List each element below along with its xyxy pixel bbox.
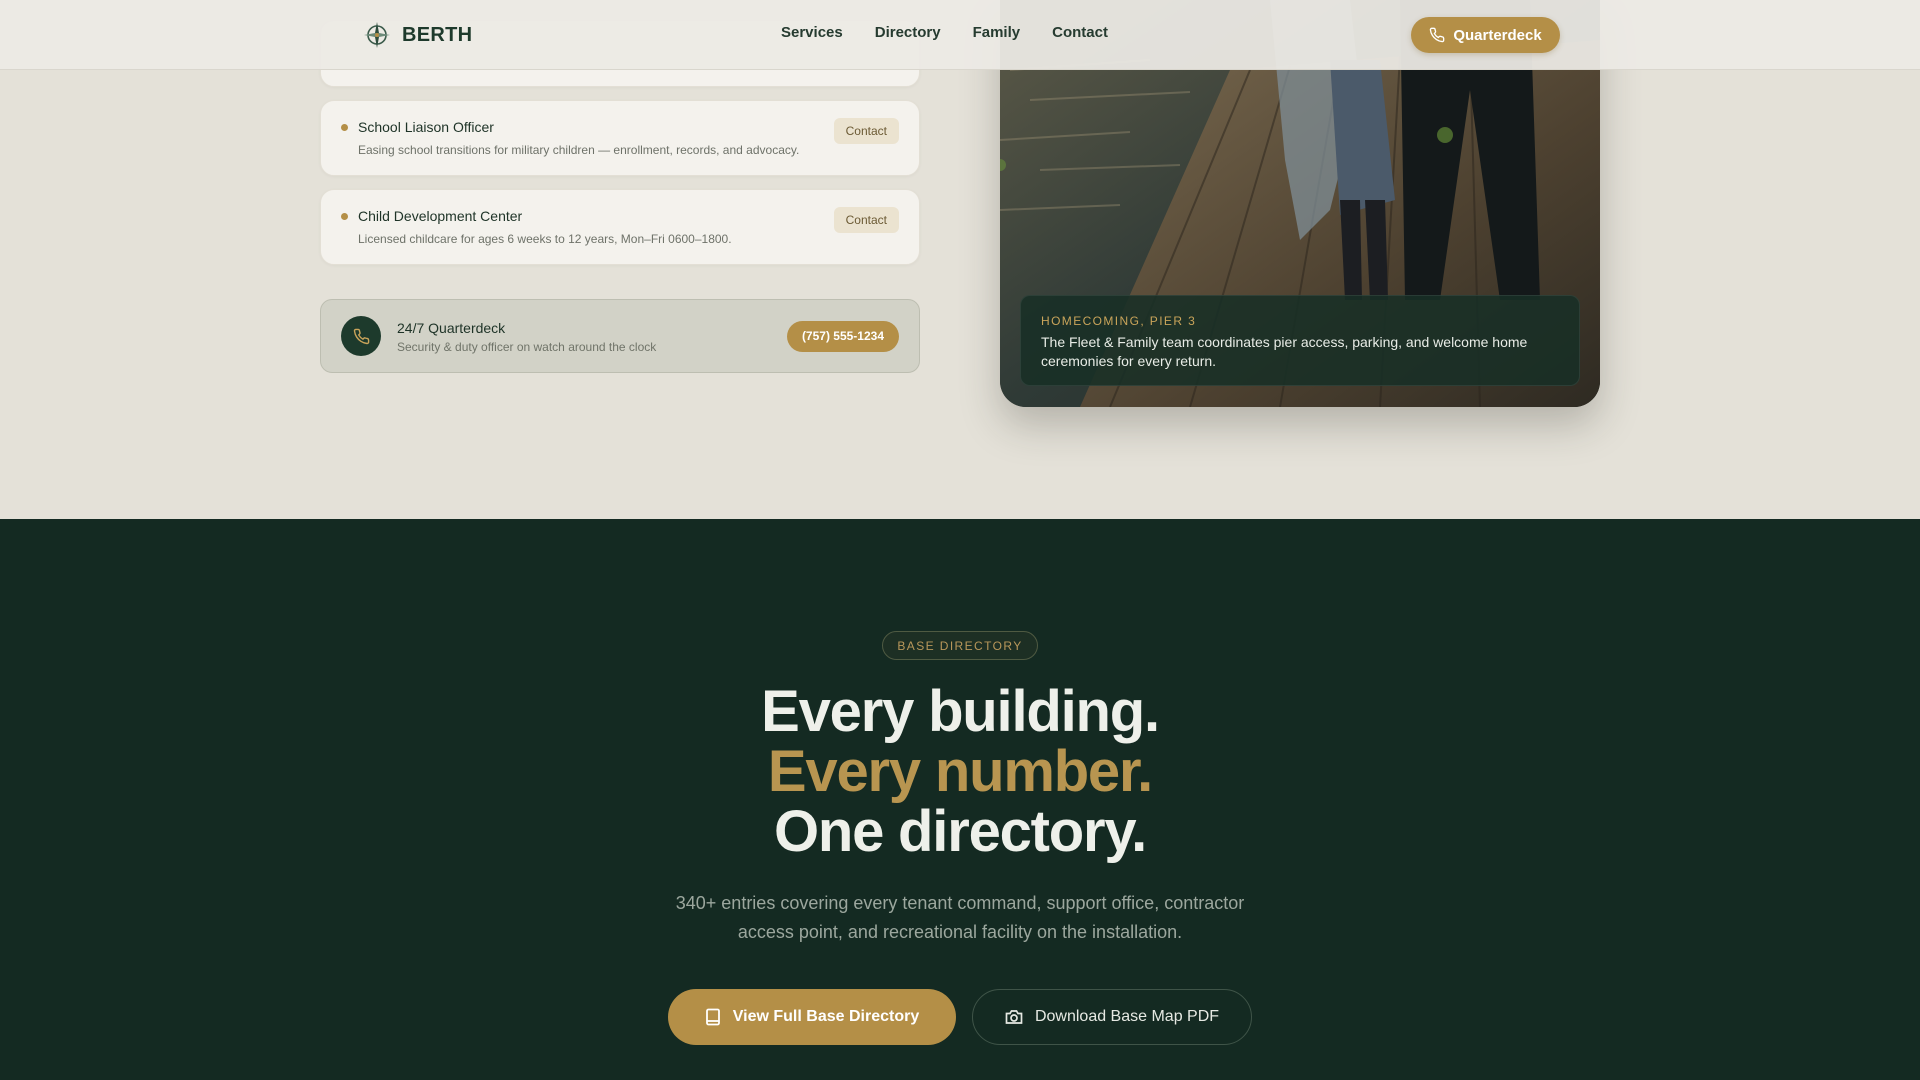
camera-icon (1005, 1010, 1023, 1024)
download-map-button[interactable]: Download Base Map PDF (972, 989, 1252, 1045)
contact-button[interactable]: Contact (833, 207, 899, 233)
quarterdeck-header-label: Quarterdeck (1453, 26, 1542, 44)
headline-line-3: One directory. (773, 799, 1147, 864)
phone-icon (1430, 27, 1445, 43)
directory-description: 340+ entries covering every tenant comma… (675, 893, 1245, 942)
caption-text: The Fleet & Family team coordinates pier… (1041, 334, 1528, 369)
caption-tag: HOMECOMING, PIER 3 (1041, 314, 1197, 328)
bullet-dot-icon (341, 124, 348, 131)
section-tag: BASE DIRECTORY (882, 631, 1038, 660)
directory-headline: Every building. Every number. One direct… (0, 682, 1920, 862)
contact-title: School Liaison Officer (358, 119, 494, 135)
contact-button[interactable]: Contact (833, 118, 899, 144)
bullet-dot-icon (341, 213, 348, 220)
brand[interactable]: BERTH (362, 17, 472, 53)
nav-services[interactable]: Services (781, 24, 843, 41)
contact-description: Easing school transitions for military c… (358, 143, 800, 157)
contact-title: Child Development Center (358, 208, 523, 224)
compass-logo-icon (364, 22, 390, 48)
contact-card: Child Development Center Licensed childc… (320, 189, 920, 265)
site-header: BERTH Services Directory Family Contact … (0, 0, 1920, 70)
nav-contact[interactable]: Contact (1052, 24, 1108, 41)
brand-name: BERTH (402, 23, 473, 46)
quarterdeck-card: 24/7 Quarterdeck Security & duty officer… (320, 299, 920, 373)
contact-card: School Liaison Officer Easing school tra… (320, 100, 920, 176)
book-icon (705, 1008, 720, 1026)
phone-icon (341, 316, 381, 356)
contact-description: Licensed childcare for ages 6 weeks to 1… (358, 232, 732, 246)
nav-directory[interactable]: Directory (875, 24, 941, 41)
view-directory-label: View Full Base Directory (732, 1008, 920, 1025)
quarterdeck-phone-button[interactable]: (757) 555-1234 (786, 321, 899, 352)
view-directory-button[interactable]: View Full Base Directory (668, 989, 956, 1045)
quarterdeck-title: 24/7 Quarterdeck (397, 320, 506, 336)
photo-caption: HOMECOMING, PIER 3 The Fleet & Family te… (1020, 295, 1580, 386)
nav-family[interactable]: Family (973, 24, 1021, 41)
base-directory-section: BASE DIRECTORY Every building. Every num… (0, 519, 1920, 1080)
headline-line-2: Every number. (767, 739, 1153, 804)
quarterdeck-subtitle: Security & duty officer on watch around … (397, 340, 657, 354)
quarterdeck-header-button[interactable]: Quarterdeck (1411, 17, 1560, 53)
main-nav: Services Directory Family Contact (781, 24, 1108, 41)
download-map-label: Download Base Map PDF (1034, 1008, 1220, 1025)
headline-line-1: Every building. (761, 679, 1160, 744)
